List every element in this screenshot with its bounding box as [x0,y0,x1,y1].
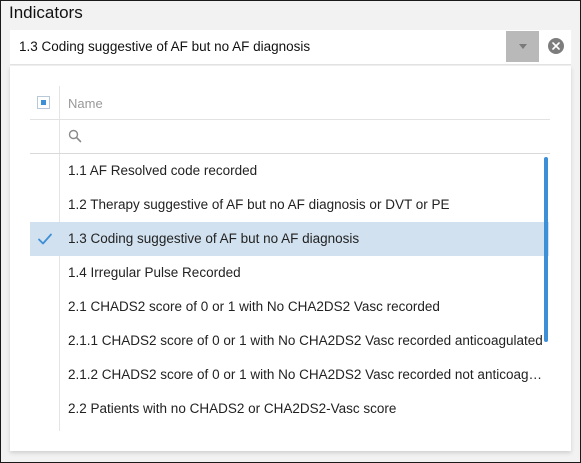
list-item[interactable]: 1.4 Irregular Pulse Recorded [30,256,549,290]
indicator-combobox[interactable]: 1.3 Coding suggestive of AF but no AF di… [10,30,571,65]
row-label: 1.4 Irregular Pulse Recorded [68,265,241,280]
combo-selected-value: 1.3 Coding suggestive of AF but no AF di… [19,39,311,54]
search-icon [68,129,82,143]
list-item[interactable]: 1.2 Therapy suggestive of AF but no AF d… [30,188,549,222]
checkmark-icon[interactable] [37,231,53,247]
list-item[interactable]: 2.1.2 CHADS2 score of 0 or 1 with No CHA… [30,358,549,392]
indicators-window: Indicators 1.3 Coding suggestive of AF b… [0,0,581,463]
list-item[interactable]: 2.1 CHADS2 score of 0 or 1 with No CHA2D… [30,290,549,324]
filter-row[interactable] [30,120,550,154]
row-label: 1.3 Coding suggestive of AF but no AF di… [68,231,360,246]
list-item[interactable]: 1.1 AF Resolved code recorded [30,154,549,188]
vertical-scrollbar[interactable] [544,157,548,342]
select-all-checkbox[interactable] [37,96,50,109]
list-item[interactable]: 2.2 Patients with no CHADS2 or CHA2DS2-V… [30,392,549,426]
row-label: 1.2 Therapy suggestive of AF but no AF d… [68,197,450,212]
column-header-name[interactable]: Name [68,96,103,111]
partial-check-indicator [41,100,46,105]
clear-button[interactable] [548,38,564,54]
list-item-selected[interactable]: 1.3 Coding suggestive of AF but no AF di… [30,222,549,256]
dropdown-panel: Name 1.1 AF Resolved code recorded 1.2 T… [10,66,571,451]
list-item[interactable]: 2.1.1 CHADS2 score of 0 or 1 with No CHA… [30,324,549,358]
dropdown-button[interactable] [506,31,539,62]
section-label: Indicators [9,3,83,22]
grid-header: Name [30,86,550,120]
row-label: 2.1 CHADS2 score of 0 or 1 with No CHA2D… [68,299,440,314]
row-label: 2.1.1 CHADS2 score of 0 or 1 with No CHA… [68,333,543,348]
row-label: 2.1.2 CHADS2 score of 0 or 1 with No CHA… [68,367,546,382]
row-label: 1.1 AF Resolved code recorded [68,163,258,178]
chevron-down-icon [518,44,527,49]
clear-circle-icon [552,42,560,50]
row-label: 2.2 Patients with no CHADS2 or CHA2DS2-V… [68,401,397,416]
